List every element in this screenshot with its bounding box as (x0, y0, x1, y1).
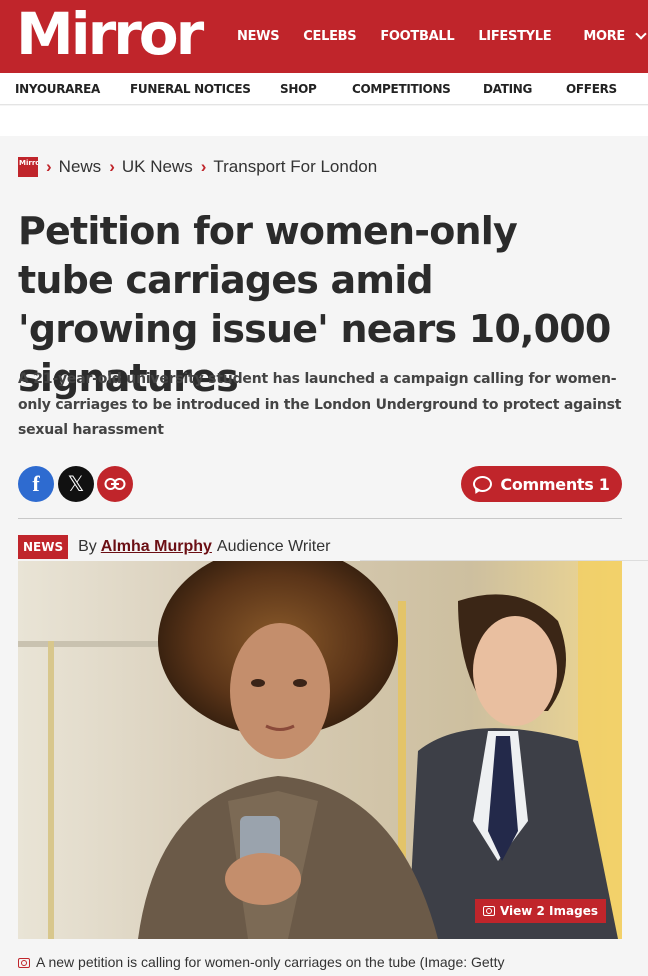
comment-bubble-icon (473, 476, 493, 492)
author-link[interactable]: Almha Murphy (101, 538, 212, 556)
subnav-item-inyourarea[interactable]: INYOURAREA (15, 82, 100, 96)
section-badge: NEWS (18, 535, 69, 559)
chevron-right-icon: › (46, 157, 52, 176)
breadcrumb-uk-news[interactable]: UK News (122, 157, 193, 177)
hero-photo (18, 561, 622, 939)
nav-item-celebs[interactable]: CELEBS (303, 29, 356, 44)
camera-icon (18, 958, 30, 968)
subnav-item-competitions[interactable]: COMPETITIONS (352, 82, 451, 96)
subnav-item-funeral-notices[interactable]: FUNERAL NOTICES (130, 82, 251, 96)
comments-label: Comments 1 (500, 474, 610, 494)
breadcrumb-transport-for-london[interactable]: Transport For London (213, 157, 377, 177)
image-caption: A new petition is calling for women-only… (18, 952, 628, 976)
breadcrumb-home-logo[interactable]: Mirror (18, 157, 38, 177)
nav-more-label: MORE (583, 29, 626, 44)
nav-item-football[interactable]: FOOTBALL (380, 29, 454, 44)
view-images-button[interactable]: View 2 Images (474, 899, 606, 923)
copy-link-button[interactable] (97, 466, 133, 502)
divider (18, 518, 622, 519)
mirror-logo[interactable]: Mirror (16, 0, 204, 73)
masthead: Mirror NEWS CELEBS FOOTBALL LIFESTYLE MO… (0, 0, 648, 73)
main-nav: NEWS CELEBS FOOTBALL LIFESTYLE MORE (237, 0, 647, 73)
link-icon (104, 478, 126, 490)
chevron-right-icon: › (200, 157, 207, 176)
nav-item-lifestyle[interactable]: LIFESTYLE (478, 29, 551, 44)
comments-button[interactable]: Comments 1 (461, 466, 622, 502)
x-icon: 𝕏 (67, 472, 85, 496)
article-standfirst: A 21-year-old university student has lau… (18, 371, 622, 438)
subnav-item-offers[interactable]: OFFERS (566, 82, 617, 96)
breadcrumb-news[interactable]: News (59, 157, 102, 177)
facebook-icon: f (32, 471, 40, 496)
hero-image[interactable]: View 2 Images (18, 561, 622, 939)
byline-prefix: By (78, 538, 97, 555)
ad-slot-placeholder (0, 106, 648, 136)
sub-nav: INYOURAREA FUNERAL NOTICES SHOP COMPETIT… (0, 73, 648, 105)
subnav-item-dating[interactable]: DATING (483, 82, 532, 96)
camera-icon (482, 906, 495, 916)
x-share-button[interactable]: 𝕏 (58, 466, 94, 502)
subnav-item-shop[interactable]: SHOP (280, 82, 317, 96)
chevron-down-icon (635, 28, 647, 40)
byline: NEWS By Almha Murphy Audience Writer (18, 534, 330, 560)
nav-more-button[interactable]: MORE (583, 28, 647, 44)
facebook-share-button[interactable]: f (18, 466, 54, 502)
image-caption-text: A new petition is calling for women-only… (18, 954, 505, 976)
breadcrumb: Mirror › News › UK News › Transport For … (18, 156, 377, 178)
nav-item-news[interactable]: NEWS (237, 29, 280, 44)
author-role: Audience Writer (216, 538, 331, 555)
chevron-right-icon: › (109, 157, 115, 176)
view-images-label: View 2 Images (499, 904, 598, 918)
